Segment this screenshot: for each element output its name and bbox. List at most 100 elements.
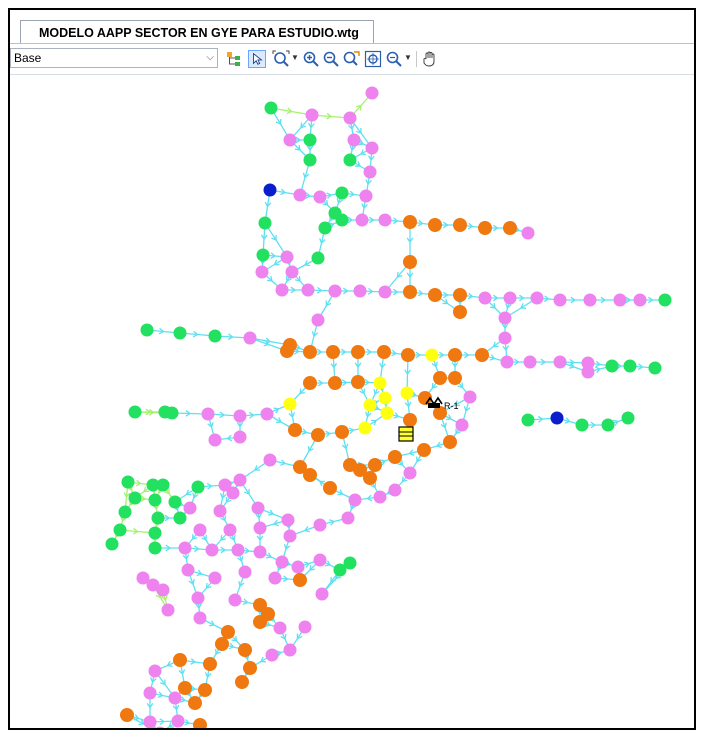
junction-node[interactable] — [521, 413, 535, 427]
junction-node[interactable] — [213, 504, 227, 518]
junction-node[interactable] — [315, 587, 329, 601]
junction-node[interactable] — [113, 523, 127, 537]
junction-node[interactable] — [208, 433, 222, 447]
junction-node[interactable] — [226, 486, 240, 500]
junction-node[interactable] — [403, 255, 417, 269]
junction-node[interactable] — [178, 541, 192, 555]
junction-node[interactable] — [280, 344, 294, 358]
junction-node[interactable] — [633, 293, 647, 307]
junction-node[interactable] — [623, 359, 637, 373]
zoom-previous-icon[interactable] — [385, 50, 403, 68]
junction-node[interactable] — [363, 398, 377, 412]
junction-node[interactable] — [455, 418, 469, 432]
junction-node[interactable] — [265, 648, 279, 662]
junction-node[interactable] — [313, 518, 327, 532]
junction-node[interactable] — [378, 213, 392, 227]
junction-node[interactable] — [263, 453, 277, 467]
junction-node[interactable] — [120, 708, 134, 722]
junction-node[interactable] — [400, 386, 414, 400]
junction-node[interactable] — [303, 345, 317, 359]
junction-node[interactable] — [148, 493, 162, 507]
junction-node[interactable] — [498, 331, 512, 345]
junction-node[interactable] — [181, 563, 195, 577]
junction-node[interactable] — [313, 190, 327, 204]
junction-node[interactable] — [235, 675, 249, 689]
junction-node[interactable] — [305, 108, 319, 122]
junction-node[interactable] — [191, 591, 205, 605]
junction-node[interactable] — [183, 501, 197, 515]
junction-node[interactable] — [530, 291, 544, 305]
junction-node[interactable] — [365, 141, 379, 155]
junction-node[interactable] — [283, 397, 297, 411]
junction-node[interactable] — [553, 293, 567, 307]
junction-node[interactable] — [173, 326, 187, 340]
junction-node[interactable] — [168, 691, 182, 705]
junction-node[interactable] — [583, 293, 597, 307]
junction-node[interactable] — [401, 348, 415, 362]
junction-node[interactable] — [377, 345, 391, 359]
junction-node[interactable] — [173, 653, 187, 667]
tank-icon[interactable] — [398, 426, 414, 442]
junction-node[interactable] — [363, 471, 377, 485]
junction-node[interactable] — [243, 661, 257, 675]
junction-node[interactable] — [347, 133, 361, 147]
junction-node[interactable] — [178, 681, 192, 695]
junction-node[interactable] — [428, 218, 442, 232]
junction-node[interactable] — [203, 657, 217, 671]
junction-node[interactable] — [605, 359, 619, 373]
junction-node[interactable] — [303, 153, 317, 167]
junction-node[interactable] — [341, 511, 355, 525]
chevron-down-icon[interactable]: ▼ — [291, 53, 299, 62]
junction-node[interactable] — [151, 511, 165, 525]
junction-node[interactable] — [363, 165, 377, 179]
junction-node[interactable] — [140, 323, 154, 337]
junction-node[interactable] — [205, 543, 219, 557]
junction-node[interactable] — [575, 418, 589, 432]
junction-node[interactable] — [260, 407, 274, 421]
junction-node[interactable] — [168, 495, 182, 509]
select-pointer-icon[interactable] — [248, 50, 266, 68]
junction-node[interactable] — [143, 715, 157, 729]
junction-node[interactable] — [253, 615, 267, 629]
junction-node[interactable] — [208, 329, 222, 343]
junction-node[interactable] — [173, 511, 187, 525]
junction-node[interactable] — [335, 213, 349, 227]
junction-node[interactable] — [193, 523, 207, 537]
junction-node[interactable] — [453, 305, 467, 319]
junction-node[interactable] — [303, 376, 317, 390]
junction-node[interactable] — [283, 529, 297, 543]
junction-node[interactable] — [335, 186, 349, 200]
document-tab[interactable]: MODELO AAPP SECTOR EN GYE PARA ESTUDIO.w… — [20, 20, 374, 45]
junction-node[interactable] — [318, 221, 332, 235]
junction-node[interactable] — [581, 365, 595, 379]
junction-node[interactable] — [500, 355, 514, 369]
junction-node[interactable] — [273, 621, 287, 635]
junction-node[interactable] — [148, 526, 162, 540]
zoom-extents-icon[interactable] — [272, 50, 290, 68]
junction-node[interactable] — [351, 345, 365, 359]
zoom-in-icon[interactable] — [302, 50, 320, 68]
junction-node[interactable] — [425, 348, 439, 362]
junction-node[interactable] — [448, 371, 462, 385]
junction-node[interactable] — [368, 458, 382, 472]
junction-node[interactable] — [258, 216, 272, 230]
junction-node[interactable] — [301, 283, 315, 297]
junction-node[interactable] — [503, 291, 517, 305]
junction-node[interactable] — [233, 473, 247, 487]
junction-node[interactable] — [143, 686, 157, 700]
junction-node[interactable] — [233, 430, 247, 444]
junction-node[interactable] — [223, 523, 237, 537]
junction-node[interactable] — [156, 478, 170, 492]
junction-node[interactable] — [255, 265, 269, 279]
junction-node[interactable] — [326, 345, 340, 359]
junction-node[interactable] — [403, 466, 417, 480]
junction-node[interactable] — [323, 481, 337, 495]
junction-node[interactable] — [243, 331, 257, 345]
junction-node[interactable] — [198, 683, 212, 697]
junction-node[interactable] — [417, 443, 431, 457]
junction-node[interactable] — [353, 284, 367, 298]
junction-node[interactable] — [238, 565, 252, 579]
junction-node[interactable] — [311, 251, 325, 265]
junction-node[interactable] — [238, 643, 252, 657]
junction-node[interactable] — [343, 111, 357, 125]
